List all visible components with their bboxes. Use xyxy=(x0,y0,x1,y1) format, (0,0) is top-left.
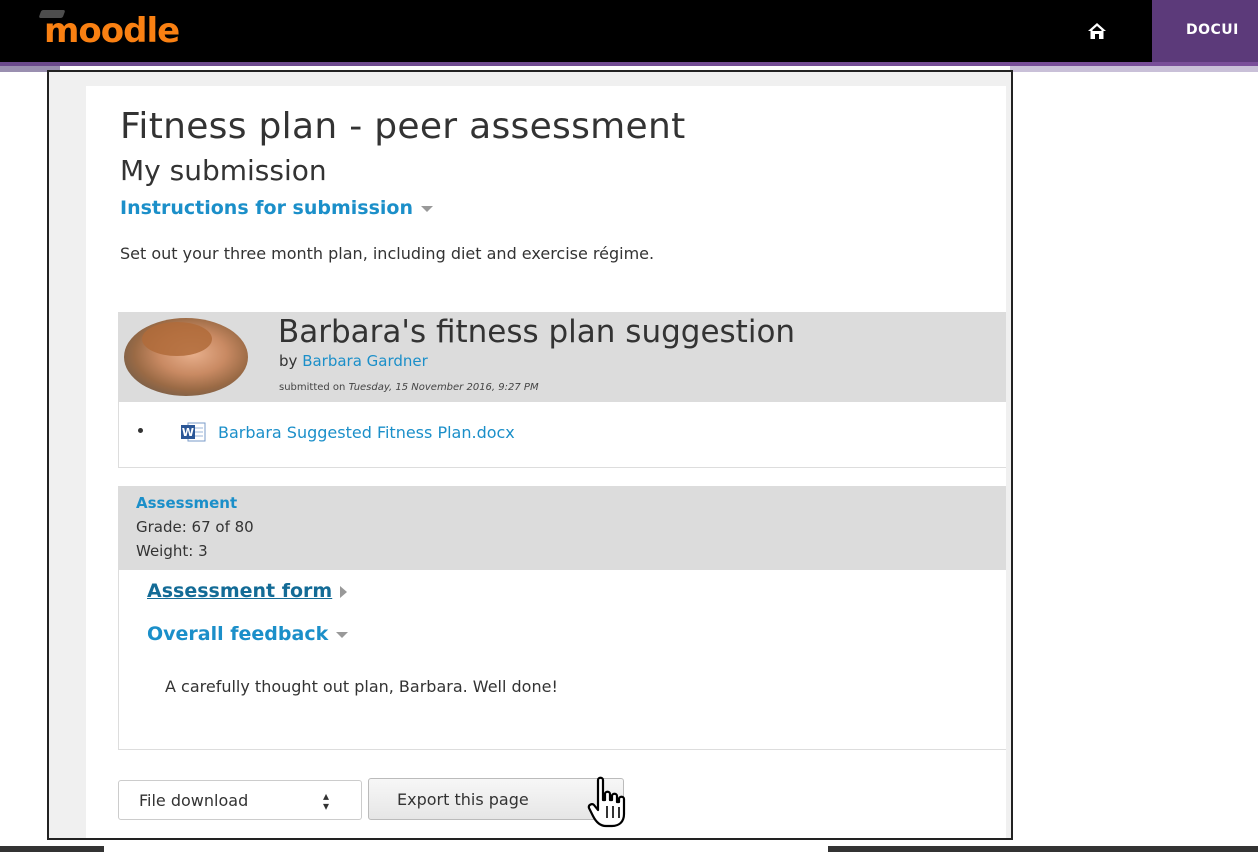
page-subtitle: My submission xyxy=(120,154,327,187)
background-strip xyxy=(1010,66,1258,72)
attachment-link[interactable]: Barbara Suggested Fitness Plan.docx xyxy=(218,423,515,442)
file-download-label: File download xyxy=(139,791,249,810)
avatar-hair xyxy=(142,322,212,356)
instructions-text: Set out your three month plan, including… xyxy=(120,244,655,263)
chevron-down-icon xyxy=(336,631,349,638)
page-bottom-edge xyxy=(828,846,1258,852)
submitted-label: submitted on xyxy=(279,382,346,393)
list-bullet xyxy=(138,428,143,433)
assessment-heading: Assessment xyxy=(136,494,238,512)
sort-arrows-icon: ▴ ▾ xyxy=(323,789,330,813)
docs-menu-label: DOCUI xyxy=(1186,22,1239,38)
feedback-text: A carefully thought out plan, Barbara. W… xyxy=(165,677,558,696)
assessment-form-toggle[interactable]: Assessment form xyxy=(147,580,348,602)
chevron-down-icon xyxy=(421,205,434,212)
file-download-select[interactable]: File download ▴ ▾ xyxy=(118,780,362,820)
author-link[interactable]: Barbara Gardner xyxy=(302,352,428,370)
moodle-logo[interactable]: moodle xyxy=(38,10,180,51)
top-navbar xyxy=(0,0,1258,62)
page-title: Fitness plan - peer assessment xyxy=(120,106,686,147)
home-icon[interactable] xyxy=(1086,20,1108,42)
export-page-label: Export this page xyxy=(397,790,529,809)
submission-date-line: submitted on Tuesday, 15 November 2016, … xyxy=(279,382,539,393)
logo-cap-icon xyxy=(38,10,66,18)
assessment-form-label: Assessment form xyxy=(147,580,333,602)
instructions-toggle-label: Instructions for submission xyxy=(120,197,414,219)
page-bottom-edge xyxy=(0,846,104,852)
grade-text: Grade: 67 of 80 xyxy=(136,518,254,536)
chevron-right-icon xyxy=(340,585,348,598)
overall-feedback-label: Overall feedback xyxy=(147,623,329,645)
avatar[interactable] xyxy=(124,318,248,396)
overall-feedback-toggle[interactable]: Overall feedback xyxy=(147,623,349,645)
submission-title: Barbara's fitness plan suggestion xyxy=(278,314,796,350)
docs-menu-tab[interactable]: DOCUI xyxy=(1152,0,1258,62)
by-label: by xyxy=(279,352,298,370)
instructions-toggle[interactable]: Instructions for submission xyxy=(120,197,434,219)
svg-text:W: W xyxy=(182,426,194,439)
word-document-icon: W xyxy=(181,422,206,442)
hand-pointer-icon xyxy=(587,776,626,828)
weight-text: Weight: 3 xyxy=(136,542,208,560)
logo-text: moodle xyxy=(44,11,180,51)
submission-author-line: by Barbara Gardner xyxy=(279,352,428,370)
submitted-date: Tuesday, 15 November 2016, 9:27 PM xyxy=(348,382,539,393)
